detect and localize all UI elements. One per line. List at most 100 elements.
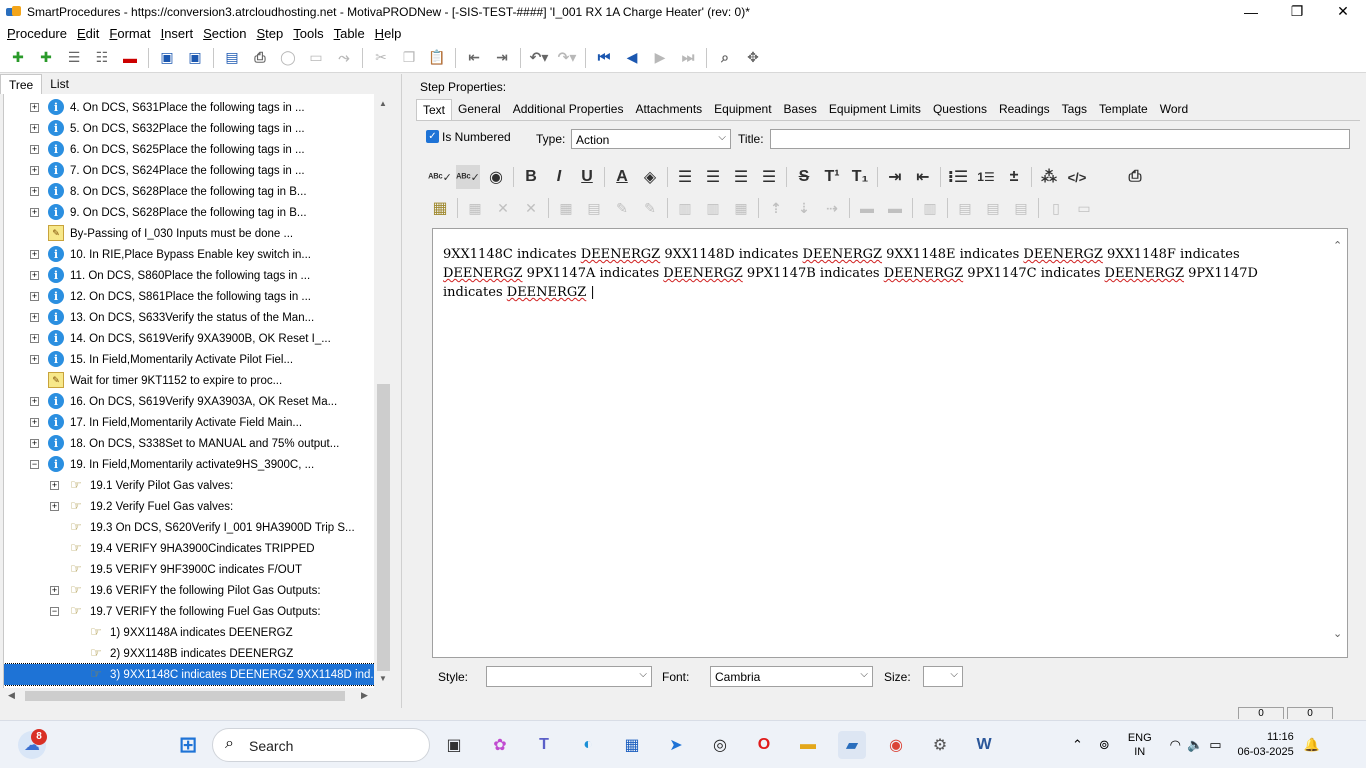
spellcheck-as-you-type-icon[interactable]: ᴬᴮᶜ✓ [456, 165, 480, 189]
magic-wand-icon[interactable]: ⁂ [1037, 165, 1061, 189]
font-select[interactable]: Cambria ⌵ [710, 666, 873, 687]
tree-row[interactable]: + i 12. On DCS, S861Place the following ta… [4, 286, 374, 307]
first-icon[interactable]: ⏮ [593, 47, 615, 69]
hscroll-thumb[interactable] [25, 691, 345, 701]
align-right-icon[interactable]: ☰ [729, 165, 753, 189]
tree-row[interactable]: + i 13. On DCS, S633Verify the status of t… [4, 307, 374, 328]
scroll-left-icon[interactable]: ◀ [8, 690, 15, 701]
italic-button[interactable]: I [547, 165, 571, 189]
notifications-icon[interactable]: 🔔 [1304, 737, 1320, 753]
chrome-icon[interactable]: ◉ [882, 731, 910, 759]
tree-row[interactable]: + ☞ 19.2 Verify Fuel Gas valves: [4, 496, 374, 517]
expand-icon[interactable]: + [30, 145, 39, 154]
tree-row[interactable]: − i 19. In Field,Momentarily activate9HS_3… [4, 454, 374, 475]
network-status-icon[interactable]: ⊚ [1099, 737, 1110, 753]
cut-icon[interactable]: ✂ [370, 47, 392, 69]
power-automate-icon[interactable]: ➤ [662, 731, 690, 759]
tab-template[interactable]: Template [1093, 99, 1154, 120]
tree-row[interactable]: + i 9. On DCS, S628Place the following tag… [4, 202, 374, 223]
expand-icon[interactable]: + [30, 187, 39, 196]
increase-indent-icon[interactable]: ⇥ [883, 165, 907, 189]
step-text-content[interactable]: 9XX1148C indicates DEENERGZ 9XX1148D ind… [443, 245, 1303, 302]
collapse-icon[interactable]: − [50, 607, 59, 616]
scroll-up-icon[interactable]: ▲ [379, 99, 387, 108]
copilot-icon[interactable]: ✿ [486, 731, 514, 759]
tab-readings[interactable]: Readings [993, 99, 1056, 120]
tab-general[interactable]: General [452, 99, 507, 120]
redo-icon[interactable]: ↷▾ [556, 47, 578, 69]
tree-row[interactable]: + i 8. On DCS, S628Place the following tag… [4, 181, 374, 202]
menu-format[interactable]: Format [104, 26, 155, 41]
indent-icon[interactable]: ⇥ [491, 47, 513, 69]
menu-step[interactable]: Step [251, 26, 288, 41]
is-numbered-checkbox[interactable]: ✓ [426, 130, 439, 143]
file-explorer-icon[interactable]: ▬ [794, 731, 822, 759]
tab-tree[interactable]: Tree [0, 74, 43, 94]
delete-icon[interactable]: ▬ [119, 47, 141, 69]
expand-icon[interactable]: + [30, 292, 39, 301]
minimize-button[interactable]: — [1228, 0, 1274, 23]
panel-splitter[interactable] [401, 74, 407, 708]
scroll-down-icon[interactable]: ⌄ [1333, 627, 1342, 640]
superscript-button[interactable]: T¹ [820, 165, 844, 189]
menu-edit[interactable]: Edit [72, 26, 104, 41]
bullet-list-icon[interactable]: ⁝☰ [946, 165, 970, 189]
symbol-icon[interactable]: ◉ [484, 165, 508, 189]
move-icon[interactable]: ✥ [742, 47, 764, 69]
tree-row[interactable]: ☞ 19.4 VERIFY 9HA3900Cindicates TRIPPED [4, 538, 374, 559]
tab-tags[interactable]: Tags [1056, 99, 1093, 120]
tree-row[interactable]: + i 5. On DCS, S632Place the following tag… [4, 118, 374, 139]
expand-icon[interactable]: + [30, 397, 39, 406]
tree-row[interactable]: ☞ 2) 9XX1148B indicates DEENERGZ [4, 643, 374, 664]
save-all-icon[interactable]: ▣ [156, 47, 178, 69]
tree-row[interactable]: + i 14. On DCS, S619Verify 9XA3900B, OK Re… [4, 328, 374, 349]
last-icon[interactable]: ⏭ [677, 47, 699, 69]
tree-row[interactable]: + ☞ 19.6 VERIFY the following Pilot Gas Ou… [4, 580, 374, 601]
word-icon[interactable]: W [970, 731, 998, 759]
tree-row[interactable]: + i 16. On DCS, S619Verify 9XA3903A, OK Re… [4, 391, 374, 412]
expand-icon[interactable]: + [30, 166, 39, 175]
tree-row[interactable]: + i 18. On DCS, S338Set to MANUAL and 75% … [4, 433, 374, 454]
tree-row[interactable]: + i 4. On DCS, S631Place the following tag… [4, 97, 374, 118]
scroll-down-icon[interactable]: ▼ [379, 674, 387, 683]
expand-icon[interactable]: + [50, 586, 59, 595]
add-child-icon[interactable]: ✚ [35, 47, 57, 69]
close-button[interactable]: ✕ [1320, 0, 1366, 23]
print-preview-icon[interactable]: ⎙ [1123, 165, 1147, 189]
type-select[interactable]: Action ⌵ [571, 129, 731, 149]
add-icon[interactable]: ✚ [7, 47, 29, 69]
strikethrough-button[interactable]: S [792, 165, 816, 189]
tree-row[interactable]: ☞ 3) 9XX1148C indicates DEENERGZ 9XX1148D… [4, 663, 374, 686]
expand-icon[interactable]: + [30, 439, 39, 448]
title-input[interactable] [770, 129, 1350, 149]
expand-icon[interactable]: + [30, 355, 39, 364]
copy-icon[interactable]: ❐ [398, 47, 420, 69]
window-icon[interactable]: ▭ [305, 47, 327, 69]
taskbar-search[interactable]: ⌕ Search [212, 728, 430, 762]
tab-equipment-limits[interactable]: Equipment Limits [823, 99, 927, 120]
maximize-button[interactable]: ❐ [1274, 0, 1320, 23]
tab-equipment[interactable]: Equipment [708, 99, 777, 120]
tree-row[interactable]: + i 11. On DCS, S860Place the following ta… [4, 265, 374, 286]
numbered-list-icon[interactable]: 1☰ [974, 165, 998, 189]
opera-icon[interactable]: O [750, 731, 778, 759]
spellcheck-icon[interactable]: ᴬᴮᶜ✓ [428, 165, 452, 189]
html-code-icon[interactable]: </> [1065, 165, 1089, 189]
scroll-right-icon[interactable]: ▶ [361, 690, 368, 701]
tree-row[interactable]: ☞ 19.5 VERIFY 9HF3900C indicates F/OUT [4, 559, 374, 580]
decrease-indent-icon[interactable]: ⇤ [911, 165, 935, 189]
size-select[interactable]: ⌵ [923, 666, 963, 687]
dell-icon[interactable]: ◎ [706, 731, 734, 759]
volume-icon[interactable]: 🔈 [1187, 737, 1203, 753]
bold-button[interactable]: B [519, 165, 543, 189]
redo-step-icon[interactable]: ⤳ [333, 47, 355, 69]
menu-help[interactable]: Help [370, 26, 407, 41]
tree-row[interactable]: + i 15. In Field,Momentarily Activate Pilo… [4, 349, 374, 370]
style-select[interactable]: ⌵ [486, 666, 652, 687]
tab-text[interactable]: Text [416, 99, 453, 120]
teams-icon[interactable]: T [530, 731, 558, 759]
align-center-icon[interactable]: ☰ [701, 165, 725, 189]
step-text-editor[interactable]: 9XX1148C indicates DEENERGZ 9XX1148D ind… [432, 228, 1348, 658]
tree-row[interactable]: ☞ 19.3 On DCS, S620Verify I_001 9HA3900D … [4, 517, 374, 538]
expand-icon[interactable]: + [30, 124, 39, 133]
